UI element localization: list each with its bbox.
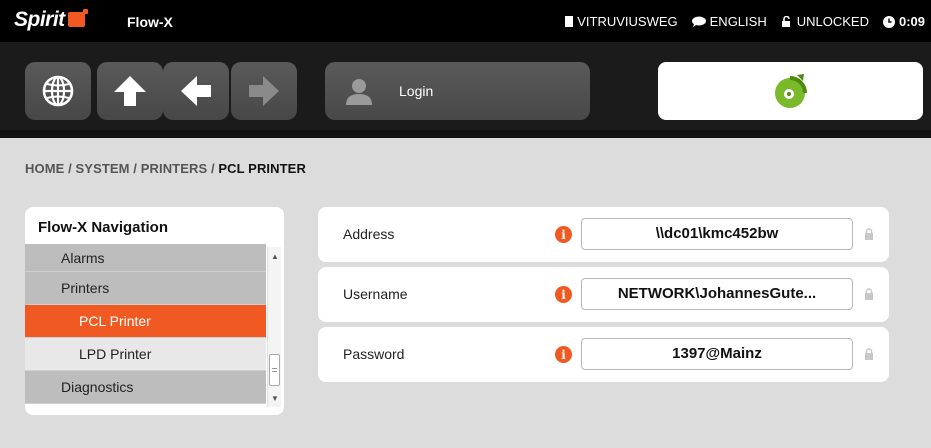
nav-item-label: Printers: [61, 280, 110, 296]
location-status[interactable]: VITRUVIUSWEG: [565, 14, 678, 29]
device-icon: [565, 16, 574, 27]
nav-item-printers[interactable]: Printers: [25, 272, 266, 305]
username-label: Username: [343, 286, 408, 302]
nav-item-pcl-printer[interactable]: PCL Printer: [25, 305, 266, 338]
navigation-title: Flow-X Navigation: [38, 219, 169, 236]
login-label: Login: [399, 83, 434, 99]
lock-label: UNLOCKED: [796, 14, 869, 29]
scroll-down-arrow-icon[interactable]: ▼: [268, 391, 282, 405]
breadcrumb: HOME / SYSTEM / PRINTERS / PCL PRINTER: [25, 161, 306, 176]
user-icon: [346, 79, 372, 105]
nav-item-label: Alarms: [61, 249, 105, 266]
nav-item-label: PCL Printer: [79, 313, 151, 329]
scroll-up-arrow-icon[interactable]: ▲: [268, 249, 282, 263]
nav-item-diagnostics[interactable]: Diagnostics: [25, 371, 266, 404]
field-row-password: Password i 1397@Mainz: [318, 327, 889, 382]
nav-item-alarms[interactable]: Alarms: [25, 244, 266, 272]
address-label: Address: [343, 226, 395, 242]
navigation-list: Alarms Printers PCL Printer LPD Printer …: [25, 244, 266, 407]
address-field[interactable]: \\dc01\kmc452bw: [581, 218, 853, 250]
spirit-logo: Spirit: [14, 8, 88, 31]
location-label: VITRUVIUSWEG: [577, 14, 678, 29]
status-bar: VITRUVIUSWEG ENGLISH UNLOCKED 0:09: [565, 14, 925, 29]
speech-bubble-icon: [691, 16, 706, 27]
logo-mark-icon: [67, 8, 88, 27]
arrow-up-icon: [114, 76, 146, 106]
language-label: ENGLISH: [709, 14, 767, 29]
back-button[interactable]: [163, 62, 229, 120]
lock-icon: [865, 228, 873, 240]
clock: 0:09: [882, 14, 925, 29]
navigation-scrollbar[interactable]: ▲ ▼: [267, 247, 281, 407]
clock-icon: [882, 15, 895, 28]
top-bar: Spirit Flow-X VITRUVIUSWEG ENGLISH UNLOC…: [0, 0, 931, 42]
brand-panel: [658, 62, 923, 120]
language-status[interactable]: ENGLISH: [691, 14, 767, 29]
globe-icon: [42, 75, 74, 107]
login-button[interactable]: Login: [325, 62, 590, 120]
arrow-right-icon: [249, 76, 279, 106]
clock-time: 0:09: [898, 14, 925, 29]
app-name: Flow-X: [127, 14, 173, 30]
nav-item-label: LPD Printer: [79, 346, 152, 362]
toolbar: Login: [0, 42, 931, 138]
forward-button[interactable]: [231, 62, 297, 120]
field-row-address: Address i \\dc01\kmc452bw: [318, 207, 889, 262]
password-field[interactable]: 1397@Mainz: [581, 338, 853, 370]
info-icon[interactable]: i: [555, 286, 572, 303]
breadcrumb-current: PCL PRINTER: [218, 161, 306, 176]
breadcrumb-path[interactable]: HOME / SYSTEM / PRINTERS /: [25, 161, 218, 176]
up-button[interactable]: [97, 62, 163, 120]
arrow-left-icon: [181, 76, 211, 106]
password-label: Password: [343, 346, 405, 362]
lock-status[interactable]: UNLOCKED: [781, 14, 869, 29]
unlock-icon: [781, 15, 790, 27]
nav-item-lpd-printer[interactable]: LPD Printer: [25, 338, 266, 371]
scroll-thumb[interactable]: [269, 354, 280, 386]
flow-x-logo-icon: [774, 74, 807, 108]
info-icon[interactable]: i: [555, 226, 572, 243]
username-field[interactable]: NETWORK\JohannesGute...: [581, 278, 853, 310]
lock-icon: [865, 288, 873, 300]
navigation-panel: Flow-X Navigation Alarms Printers PCL Pr…: [25, 207, 284, 415]
info-icon[interactable]: i: [555, 346, 572, 363]
lock-icon: [865, 348, 873, 360]
field-row-username: Username i NETWORK\JohannesGute...: [318, 267, 889, 322]
globe-button[interactable]: [25, 62, 91, 120]
logo-text: Spirit: [14, 8, 65, 31]
nav-item-label: Diagnostics: [61, 379, 134, 395]
